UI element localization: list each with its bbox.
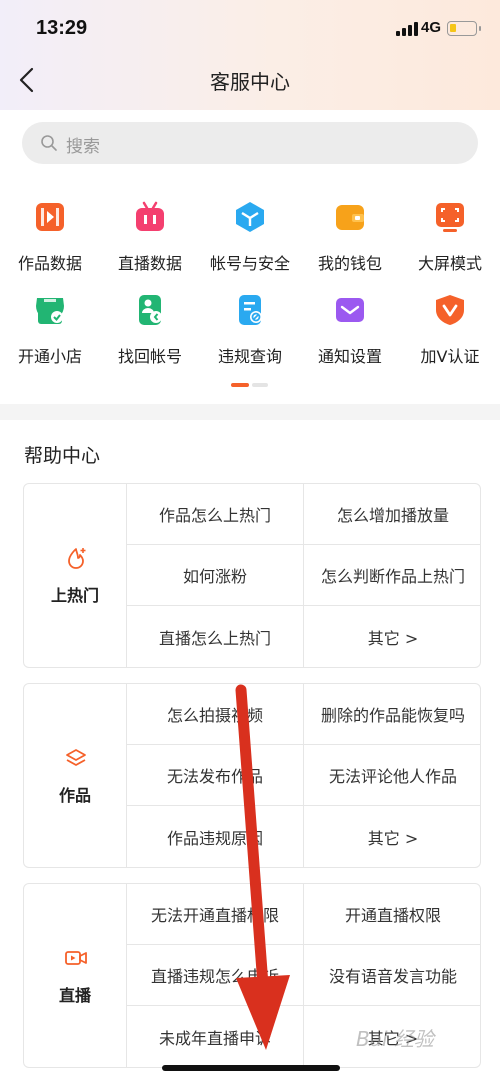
shortcut-label: 开通小店 bbox=[17, 347, 82, 366]
battery-icon bbox=[447, 21, 481, 36]
faq-item[interactable]: 作品违规原因 bbox=[127, 806, 304, 867]
shortcut-label: 大屏模式 bbox=[417, 254, 482, 273]
page-indicator-active bbox=[231, 383, 249, 387]
faq-item[interactable]: 怎么拍摄视频 bbox=[127, 684, 304, 745]
signal-icon bbox=[396, 22, 418, 36]
shortcut-recover-account[interactable]: 找回帐号 bbox=[100, 293, 200, 367]
faq-item[interactable]: 无法评论他人作品 bbox=[304, 745, 480, 806]
shortcut-live-data[interactable]: 直播数据 bbox=[100, 200, 200, 274]
shortcut-wallet[interactable]: 我的钱包 bbox=[300, 200, 400, 274]
faq-item[interactable]: 作品怎么上热门 bbox=[127, 484, 304, 545]
status-bar: 13:29 4G bbox=[0, 0, 500, 56]
account-recover-icon bbox=[139, 295, 162, 325]
category-label: 上热门 bbox=[50, 586, 99, 605]
faq-more-link[interactable]: 其它 > bbox=[304, 606, 480, 667]
help-card-works: 作品 怎么拍摄视频 删除的作品能恢复吗 无法发布作品 无法评论他人作品 作品违规… bbox=[23, 683, 481, 868]
shortcut-label: 找回帐号 bbox=[117, 347, 182, 366]
wallet-icon bbox=[336, 205, 364, 230]
search-icon bbox=[41, 135, 57, 151]
shortcut-label: 违规查询 bbox=[217, 347, 282, 366]
shortcut-label: 直播数据 bbox=[117, 254, 182, 273]
shortcut-violation-query[interactable]: 违规查询 bbox=[200, 293, 300, 367]
shortcut-notification-settings[interactable]: 通知设置 bbox=[300, 293, 400, 367]
faq-item[interactable]: 删除的作品能恢复吗 bbox=[304, 684, 480, 745]
faq-item[interactable]: 直播怎么上热门 bbox=[127, 606, 304, 667]
shop-icon bbox=[36, 298, 64, 324]
section-divider bbox=[0, 404, 500, 420]
cube-security-icon bbox=[236, 202, 264, 232]
shortcut-label: 帐号与安全 bbox=[209, 254, 290, 273]
shortcut-account-security[interactable]: 帐号与安全 bbox=[200, 200, 300, 274]
page-title: 客服中心 bbox=[210, 70, 290, 94]
shortcut-label: 我的钱包 bbox=[317, 254, 382, 273]
layers-icon bbox=[66, 749, 86, 766]
shortcut-label: 加V认证 bbox=[420, 347, 480, 366]
faq-item[interactable]: 直播违规怎么申诉 bbox=[127, 945, 304, 1006]
faq-item[interactable]: 没有语音发言功能 bbox=[304, 945, 480, 1006]
faq-item[interactable]: 如何涨粉 bbox=[127, 545, 304, 606]
category-works[interactable]: 作品 bbox=[24, 684, 127, 867]
help-center-title: 帮助中心 bbox=[24, 445, 101, 467]
search-placeholder: 搜索 bbox=[66, 137, 100, 157]
faq-more-link[interactable]: 其它 > bbox=[304, 806, 480, 867]
category-live[interactable]: 直播 bbox=[24, 884, 127, 1067]
watermark: Bai 经验 bbox=[356, 1027, 434, 1051]
violation-doc-icon bbox=[239, 295, 262, 325]
home-indicator[interactable] bbox=[162, 1065, 340, 1071]
shortcut-v-certification[interactable]: 加V认证 bbox=[400, 293, 500, 367]
page-indicator-inactive bbox=[252, 383, 268, 387]
status-time: 13:29 bbox=[36, 17, 88, 39]
video-data-icon bbox=[36, 203, 64, 231]
fire-icon bbox=[68, 548, 86, 569]
faq-item[interactable]: 怎么判断作品上热门 bbox=[304, 545, 480, 606]
faq-item[interactable]: 怎么增加播放量 bbox=[304, 484, 480, 545]
category-label: 作品 bbox=[58, 786, 91, 805]
network-type: 4G bbox=[421, 19, 442, 36]
category-label: 直播 bbox=[58, 986, 91, 1005]
shortcut-open-shop[interactable]: 开通小店 bbox=[0, 293, 100, 367]
v-shield-icon bbox=[436, 295, 464, 325]
search-input[interactable]: 搜索 bbox=[22, 122, 478, 164]
shortcut-big-screen[interactable]: 大屏模式 bbox=[400, 200, 500, 274]
shortcut-label: 作品数据 bbox=[17, 254, 82, 273]
video-camera-icon bbox=[65, 951, 87, 965]
category-trending[interactable]: 上热门 bbox=[24, 484, 127, 667]
faq-item[interactable]: 开通直播权限 bbox=[304, 884, 480, 945]
screen-scan-icon bbox=[436, 203, 464, 232]
navigation-bar: 客服中心 bbox=[0, 56, 500, 104]
faq-item[interactable]: 未成年直播申诉 bbox=[127, 1006, 304, 1067]
shortcut-works-data[interactable]: 作品数据 bbox=[0, 200, 100, 274]
help-card-trending: 上热门 作品怎么上热门 怎么增加播放量 如何涨粉 怎么判断作品上热门 直播怎么上… bbox=[23, 483, 481, 668]
tv-live-icon bbox=[136, 201, 164, 231]
faq-item[interactable]: 无法开通直播权限 bbox=[127, 884, 304, 945]
mail-notify-icon bbox=[336, 298, 364, 322]
shortcut-label: 通知设置 bbox=[317, 347, 382, 366]
faq-item[interactable]: 无法发布作品 bbox=[127, 745, 304, 806]
